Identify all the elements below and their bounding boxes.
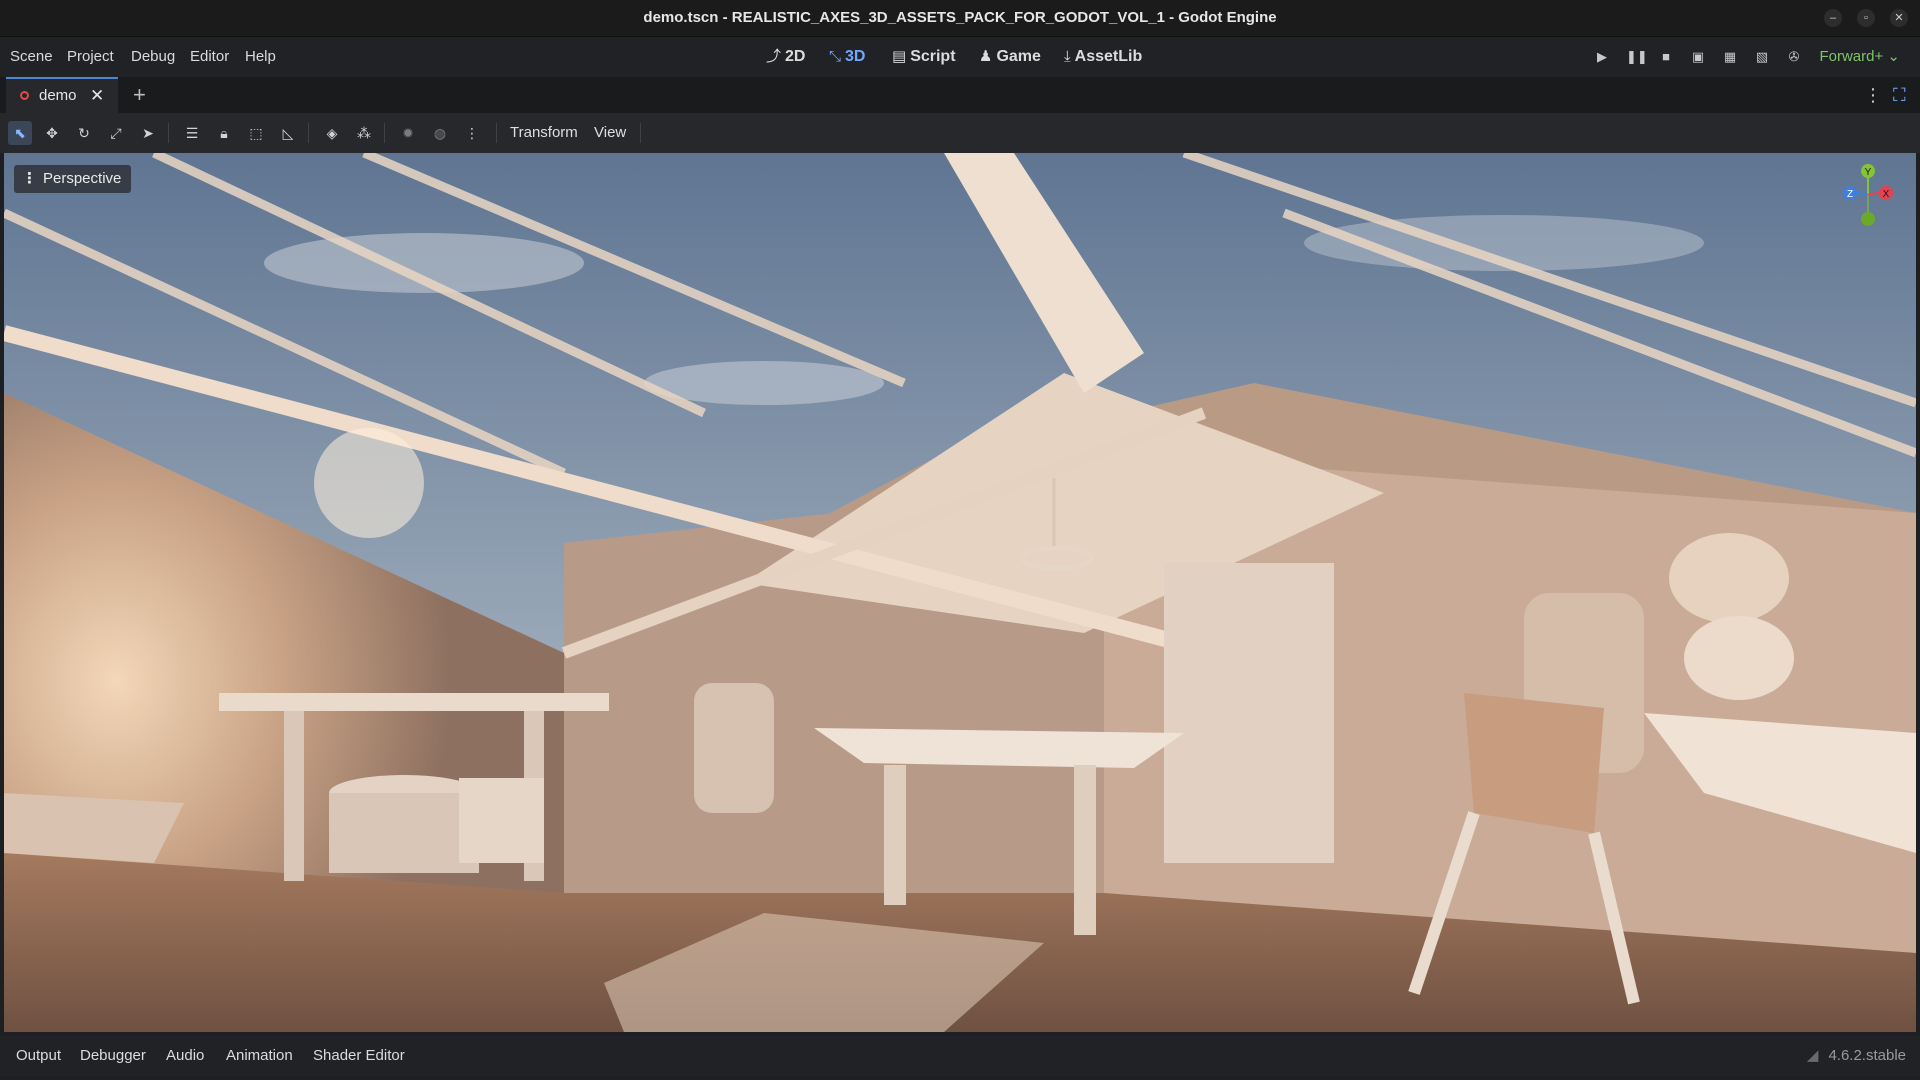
environment-icon[interactable]: ◍ — [428, 121, 452, 145]
workspace-2d-button[interactable]: ⤴ 2D — [766, 37, 805, 77]
view-menu[interactable]: View — [594, 113, 626, 153]
menu-project[interactable]: Project — [67, 37, 114, 77]
movie-maker-icon[interactable]: ✇ — [1786, 49, 1802, 65]
use-local-space-icon[interactable]: ⁂ — [352, 121, 376, 145]
close-tab-icon[interactable]: ✕ — [90, 79, 104, 113]
remote-debug-icon[interactable]: ▣ — [1690, 49, 1706, 65]
tab-output[interactable]: Output — [16, 1036, 61, 1076]
menu-help[interactable]: Help — [245, 37, 276, 77]
menu-bar: Scene Project Debug Editor Help ⤴ 2D ⤡ 3D … — [0, 37, 1920, 77]
lock-icon[interactable]: 🔒︎ — [212, 121, 236, 145]
snap-icon[interactable]: ◈ — [320, 121, 344, 145]
ruler-icon[interactable]: ◺ — [276, 121, 300, 145]
play-custom-scene-icon[interactable]: ▧ — [1754, 49, 1770, 65]
workspace-script-button[interactable]: ▤ Script — [892, 37, 956, 77]
more-icon: ⋮ — [22, 170, 37, 187]
scene-tab-demo[interactable]: demo ✕ — [6, 77, 118, 113]
version-text: 4.6.2.stable — [1828, 1047, 1906, 1064]
chevron-down-icon: ⌄ — [1887, 48, 1900, 65]
viewport-toolbar: ⬉ ✥ ↻ ⤢ ➤ ☰ 🔒︎ ⬚ ◺ ◈ ⁂ ✹ ◍ ⋮ Transform V… — [0, 113, 1920, 153]
renderer-label: Forward+ — [1819, 48, 1884, 65]
rotate-tool-icon[interactable]: ↻ — [72, 121, 96, 145]
pause-icon[interactable]: ❚❚ — [1626, 49, 1648, 65]
select-tool-icon[interactable]: ⬉ — [8, 121, 32, 145]
list-select-icon[interactable]: ➤ — [136, 121, 160, 145]
tab-audio[interactable]: Audio — [166, 1036, 204, 1076]
move-tool-icon[interactable]: ✥ — [40, 121, 64, 145]
menu-debug[interactable]: Debug — [131, 37, 175, 77]
workspace-script-label: Script — [910, 48, 956, 65]
close-icon[interactable]: ✕ — [1890, 9, 1908, 27]
notification-icon[interactable]: ◢ — [1807, 1047, 1819, 1064]
add-tab-icon[interactable]: + — [133, 77, 146, 113]
more-icon[interactable]: ⋮ — [460, 121, 484, 145]
distraction-free-icon[interactable]: ⛶ — [1893, 77, 1906, 113]
menu-scene[interactable]: Scene — [10, 37, 53, 77]
minimize-icon[interactable]: – — [1824, 9, 1842, 27]
toolbar-separator — [640, 123, 641, 143]
workspace-3d-label: 3D — [845, 48, 866, 65]
play-icon[interactable]: ▶ — [1594, 49, 1610, 65]
scene-options-icon[interactable]: ⋮ — [1864, 77, 1882, 113]
workspace-game-label: Game — [996, 48, 1041, 65]
gizmo-x-label: X — [1883, 189, 1890, 200]
maximize-icon[interactable]: ▫ — [1857, 9, 1875, 27]
gizmo-z-label: Z — [1847, 189, 1853, 200]
orientation-gizmo[interactable]: Y Z X — [1828, 159, 1908, 239]
group-icon[interactable]: ⬚ — [244, 121, 268, 145]
menu-editor[interactable]: Editor — [190, 37, 229, 77]
workspace-3d-button[interactable]: ⤡ 3D — [829, 37, 865, 77]
tab-debugger[interactable]: Debugger — [80, 1036, 146, 1076]
stop-icon[interactable]: ■ — [1658, 49, 1674, 65]
workspace-assetlib-label: AssetLib — [1074, 48, 1143, 65]
title-bar: demo.tscn - REALISTIC_AXES_3D_ASSETS_PAC… — [0, 0, 1920, 37]
toolbar-separator — [496, 123, 497, 143]
play-scene-icon[interactable]: ▦ — [1722, 49, 1738, 65]
game-icon: ♟ — [979, 48, 993, 65]
perspective-menu-button[interactable]: ⋮ Perspective — [14, 165, 132, 193]
workspace-2d-label: 2D — [785, 48, 806, 65]
version-label: ◢ 4.6.2.stable — [1807, 1036, 1906, 1076]
unsaved-scene-icon — [20, 91, 29, 100]
renderer-select[interactable]: Forward+ ⌄ — [1819, 37, 1900, 77]
toolbar-separator — [384, 123, 385, 143]
tab-shader-editor[interactable]: Shader Editor — [313, 1036, 405, 1076]
window-title: demo.tscn - REALISTIC_AXES_3D_ASSETS_PAC… — [643, 9, 1277, 26]
scale-tool-icon[interactable]: ⤢ — [104, 121, 128, 145]
script-list-icon[interactable]: ☰ — [180, 121, 204, 145]
gizmo-y-label: Y — [1865, 167, 1872, 178]
perspective-label: Perspective — [43, 170, 122, 187]
assetlib-icon: ⤓ — [1064, 48, 1071, 65]
script-icon: ▤ — [892, 48, 907, 65]
toolbar-separator — [168, 123, 169, 143]
tab-animation[interactable]: Animation — [226, 1036, 293, 1076]
toolbar-separator — [308, 123, 309, 143]
scene-tab-label: demo — [39, 87, 77, 104]
sun-icon[interactable]: ✹ — [396, 121, 420, 145]
transform-menu[interactable]: Transform — [510, 113, 578, 153]
workspace-game-button[interactable]: ♟ Game — [979, 37, 1041, 77]
gizmo-neg-y-axis[interactable] — [1861, 212, 1875, 226]
3d-icon: ⤡ — [829, 48, 842, 65]
bottom-panel-bar: Output Debugger Audio Animation Shader E… — [0, 1036, 1920, 1076]
viewport-3d[interactable]: ⋮ Perspective Y Z X — [4, 153, 1916, 1032]
2d-icon: ⤴ — [766, 48, 782, 65]
scene-tab-bar: demo ✕ + ⋮ ⛶ — [0, 77, 1920, 113]
scene-render — [4, 153, 1916, 1032]
workspace-assetlib-button[interactable]: ⤓ AssetLib — [1064, 37, 1142, 77]
